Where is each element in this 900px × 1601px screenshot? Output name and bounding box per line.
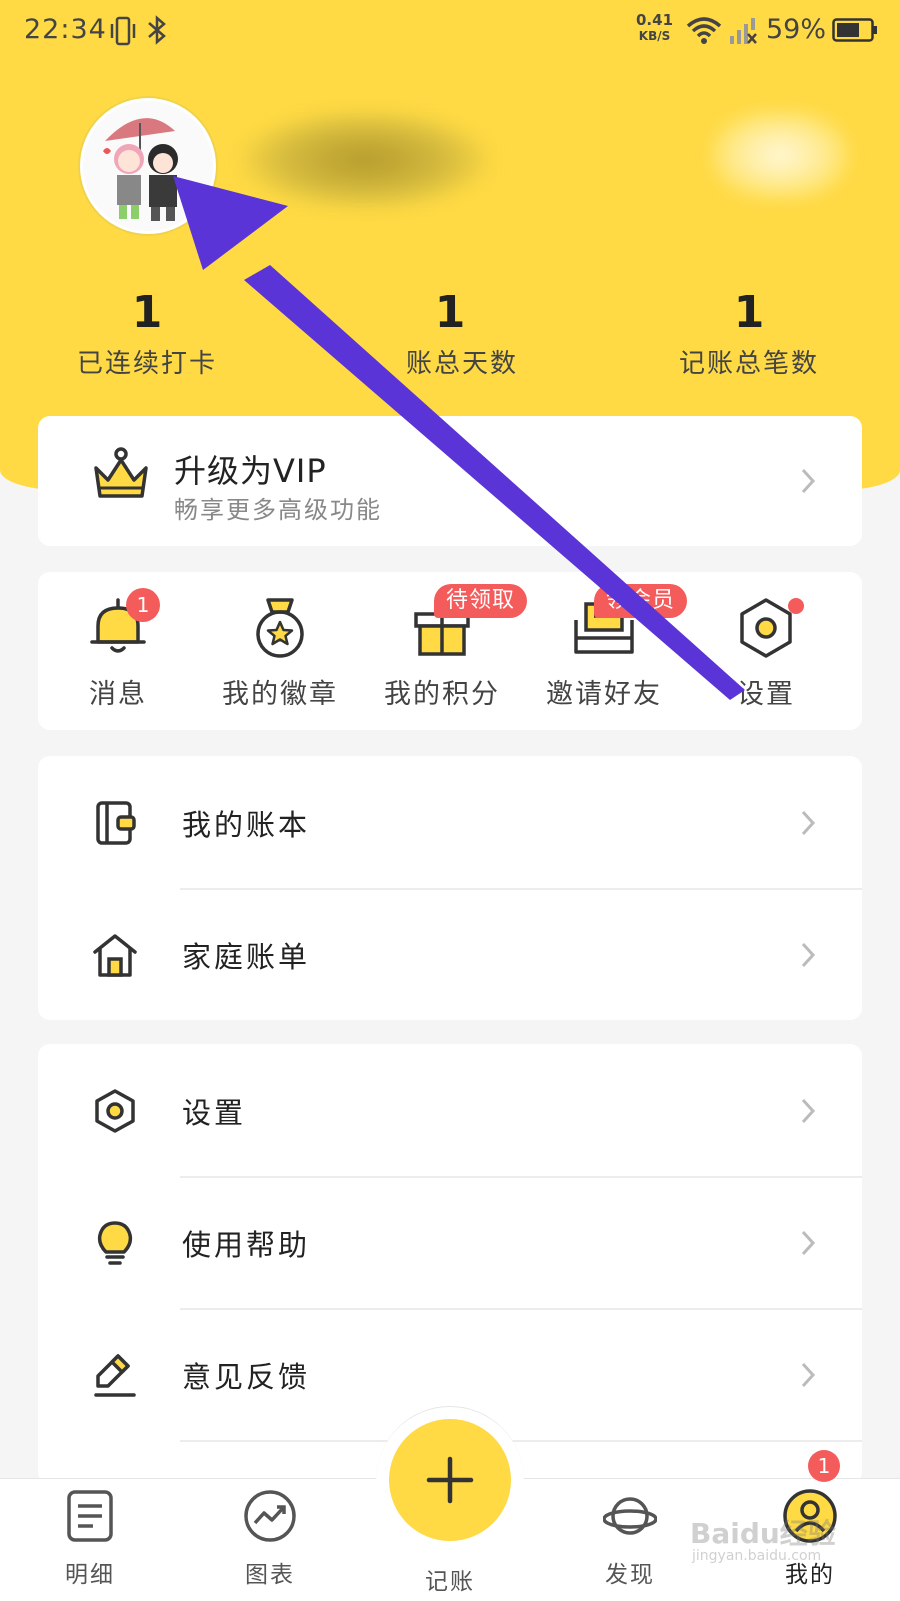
vip-title: 升级为VIP <box>174 452 327 490</box>
stat-value: 1 <box>434 287 466 338</box>
menu-group-ledgers: 我的账本 家庭账单 <box>38 756 862 1020</box>
quick-action-label: 消息 <box>89 679 147 710</box>
quick-action-label: 我的徽章 <box>222 679 338 710</box>
list-icon <box>67 1490 113 1542</box>
points-claim-tag: 待领取 <box>434 584 528 618</box>
status-time: 22:34 <box>24 14 107 45</box>
divider <box>180 1440 862 1442</box>
stat-label: 已连续打卡 <box>76 349 217 379</box>
planet-icon <box>603 1497 657 1535</box>
redacted-area <box>710 110 850 200</box>
watermark-brand: Baidu经验 <box>690 1517 836 1550</box>
stat-checkin-streak: 1 已连续打卡 <box>0 285 297 380</box>
menu-item-label: 家庭账单 <box>182 940 311 974</box>
bluetooth-icon <box>148 15 166 45</box>
stat-total-records: 1 记账总笔数 <box>599 285 899 380</box>
network-speed-value: 0.41 <box>636 11 674 29</box>
stat-value: 1 <box>733 287 765 338</box>
tab-mine-badge: 1 <box>808 1450 840 1482</box>
tab-label: 图表 <box>245 1562 295 1588</box>
message-count-badge: 1 <box>126 588 160 622</box>
medal-icon <box>256 598 304 658</box>
vibrate-icon <box>110 16 136 46</box>
quick-action-points[interactable]: 待领取 我的积分 <box>372 584 528 711</box>
wifi-icon <box>686 17 722 44</box>
chevron-right-icon <box>801 1362 816 1388</box>
status-bar: 22:34 0.41 KB/S 59% <box>0 0 900 64</box>
house-icon <box>93 934 137 977</box>
quick-action-label: 邀请好友 <box>546 679 662 710</box>
stat-total-days: 1 账总天数 <box>300 285 600 380</box>
quick-action-invite[interactable]: 领会员 邀请好友 <box>534 584 688 711</box>
chart-icon <box>244 1490 296 1542</box>
tab-charts[interactable]: 图表 <box>210 1489 330 1589</box>
tab-details[interactable]: 明细 <box>30 1489 150 1589</box>
plus-icon <box>426 1456 474 1504</box>
battery-percent: 59% <box>766 14 827 45</box>
quick-action-settings[interactable]: 设置 <box>696 596 836 711</box>
quick-action-messages[interactable]: 1 消息 <box>48 588 188 711</box>
network-speed-unit: KB/S <box>638 29 671 43</box>
invite-reward-tag: 领会员 <box>594 584 688 618</box>
menu-item-my-ledger[interactable]: 我的账本 <box>38 756 862 888</box>
chevron-right-icon <box>801 1098 816 1124</box>
add-record-button[interactable] <box>389 1419 511 1541</box>
stat-label: 记账总笔数 <box>678 349 819 379</box>
chevron-right-icon <box>801 1230 816 1256</box>
avatar-illustration <box>83 101 213 231</box>
username-blurred <box>240 110 490 210</box>
tab-label: 发现 <box>605 1562 655 1588</box>
ledger-icon <box>96 801 136 845</box>
avatar[interactable] <box>80 98 216 234</box>
chevron-right-icon <box>801 468 816 494</box>
tab-label: 明细 <box>65 1562 115 1588</box>
quick-action-label: 我的积分 <box>384 679 500 710</box>
signal-icon <box>730 18 757 44</box>
chevron-right-icon <box>801 810 816 836</box>
chevron-right-icon <box>801 942 816 968</box>
menu-item-label: 设置 <box>182 1096 247 1130</box>
quick-action-label: 设置 <box>737 679 795 710</box>
menu-item-help[interactable]: 使用帮助 <box>38 1176 862 1308</box>
battery-icon <box>832 18 877 42</box>
lightbulb-icon <box>97 1221 133 1265</box>
tab-discover[interactable]: 发现 <box>570 1489 690 1589</box>
vip-subtitle: 畅享更多高级功能 <box>174 496 382 524</box>
menu-item-label: 意见反馈 <box>182 1360 311 1394</box>
settings-hex-icon <box>95 1089 135 1133</box>
network-speed: 0.41 KB/S <box>636 12 673 44</box>
notification-dot <box>788 598 804 614</box>
stat-label: 账总天数 <box>405 349 518 379</box>
tab-label-add: 记账 <box>425 1569 475 1595</box>
pencil-icon <box>94 1354 136 1397</box>
vip-upgrade-card[interactable]: 升级为VIP 畅享更多高级功能 <box>38 416 862 546</box>
quick-action-badges[interactable]: 我的徽章 <box>210 596 350 711</box>
stat-value: 1 <box>131 287 163 338</box>
menu-item-label: 我的账本 <box>182 808 311 842</box>
menu-item-settings[interactable]: 设置 <box>38 1044 862 1176</box>
menu-item-label: 使用帮助 <box>182 1228 311 1262</box>
menu-item-family-bill[interactable]: 家庭账单 <box>38 888 862 1020</box>
crown-icon <box>94 447 148 498</box>
watermark-url: jingyan.baidu.com <box>692 1548 822 1564</box>
quick-actions-card: 1 消息 我的徽章 待领取 我的积分 领会员 邀请好友 设置 <box>38 572 862 730</box>
